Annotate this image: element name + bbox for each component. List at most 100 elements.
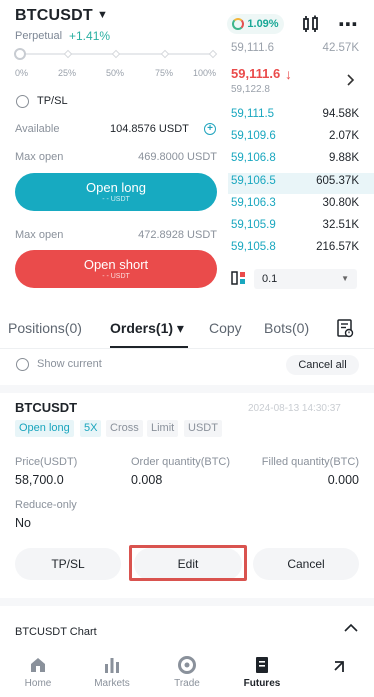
order-tag-leverage: 5X	[80, 420, 102, 437]
slider-label-50: 50%	[106, 68, 125, 78]
bid-price: 59,105.9	[231, 219, 276, 231]
nav-markets-label: Markets	[94, 678, 130, 689]
max-open-short-label: Max open	[15, 229, 64, 241]
max-open-long-label: Max open	[15, 151, 64, 163]
markets-icon	[105, 658, 119, 673]
bid-volume: 30.80K	[322, 197, 359, 209]
orderbook-bid-row[interactable]: 59,106.3 30.80K	[231, 197, 359, 209]
price-value: 58,700.0	[15, 473, 64, 487]
tab-positions[interactable]: Positions(0)	[8, 320, 98, 336]
bid-volume: 9.88K	[328, 152, 359, 164]
more-icon[interactable]: ⋯	[338, 12, 359, 37]
slider-label-25: 25%	[58, 68, 77, 78]
orderbook-bid-row[interactable]: 59,105.9 32.51K	[231, 219, 359, 231]
open-short-button[interactable]: Open short - - USDT	[15, 250, 217, 288]
nav-home-label: Home	[24, 678, 52, 689]
home-icon	[31, 658, 45, 672]
chevron-right-icon[interactable]	[347, 74, 355, 86]
slider-tick	[63, 49, 73, 59]
tpsl-label: TP/SL	[37, 95, 68, 107]
depth-precision-value: 0.1	[262, 273, 278, 285]
reduce-only-value: No	[15, 516, 31, 530]
bid-volume: 605.37K	[316, 175, 359, 187]
contract-type: Perpetual	[15, 30, 63, 42]
symbol-title[interactable]: BTCUSDT	[15, 7, 93, 25]
orderbook-bid-row[interactable]: 59,106.8 9.88K	[231, 152, 359, 164]
orderbook-bid-row[interactable]: 59,106.5 605.37K	[231, 175, 359, 187]
orderbook-bid-row[interactable]: 59,109.6 2.07K	[231, 130, 359, 142]
bid-price: 59,105.8	[231, 241, 276, 253]
open-long-cost: - - USDT	[102, 196, 130, 203]
nav-trade[interactable]: Trade	[157, 656, 217, 689]
nav-futures[interactable]: Futures	[232, 656, 292, 689]
bid-volume: 216.57K	[316, 241, 359, 253]
order-tag-margin: Cross	[106, 420, 143, 437]
open-long-button[interactable]: Open long - - USDT	[15, 173, 217, 211]
tpsl-radio[interactable]	[16, 95, 29, 108]
available-label: Available	[15, 123, 60, 135]
futures-icon	[256, 657, 268, 673]
nav-home[interactable]: Home	[8, 656, 68, 689]
chart-section-title[interactable]: BTCUSDT Chart	[15, 626, 97, 638]
slider-handle[interactable]	[14, 48, 26, 60]
bid-volume: 2.07K	[328, 130, 359, 142]
mark-price: 59,122.8	[231, 84, 270, 95]
funding-ring-icon	[232, 18, 245, 30]
bid-price: 59,109.6	[231, 130, 276, 142]
bid-volume: 94.58K	[322, 108, 359, 120]
symbol-dropdown-icon[interactable]: ▼	[97, 9, 108, 21]
nav-trade-label: Trade	[174, 678, 200, 689]
order-qty-value: 0.008	[131, 473, 163, 487]
trade-icon	[178, 656, 196, 674]
tab-copy[interactable]: Copy	[209, 320, 242, 336]
funding-rate-value: 1.09%	[247, 18, 279, 30]
cancel-all-button[interactable]: Cancel all	[286, 355, 359, 375]
orderbook-layout-icon[interactable]	[231, 271, 246, 285]
order-tpsl-button[interactable]: TP/SL	[15, 548, 121, 580]
section-separator	[0, 598, 374, 606]
order-tag-currency: USDT	[184, 420, 222, 437]
reduce-only-label: Reduce-only	[15, 499, 77, 511]
bid-price: 59,111.5	[231, 108, 275, 120]
price-down-arrow-icon: ↓	[285, 66, 292, 82]
depth-precision-select[interactable]: 0.1 ▼	[254, 269, 357, 289]
tab-orders[interactable]: Orders(1) ▾	[110, 320, 184, 337]
ask-volume: 42.57K	[322, 42, 359, 54]
chevron-down-icon: ▼	[341, 274, 349, 283]
candlestick-chart-icon[interactable]	[302, 15, 320, 33]
price-label: Price(USDT)	[15, 456, 78, 468]
orderbook-bid-row[interactable]: 59,111.5 94.58K	[231, 108, 359, 120]
ask-price: 59,111.6	[231, 42, 275, 54]
show-current-label: Show current	[37, 358, 102, 370]
slider-label-0: 0%	[15, 68, 29, 78]
slider-tick	[160, 49, 170, 59]
expand-arrow-icon[interactable]	[331, 658, 347, 674]
filled-qty-label: Filled quantity(BTC)	[261, 456, 359, 468]
nav-markets[interactable]: Markets	[82, 656, 142, 689]
price-change: +1.41%	[69, 29, 111, 43]
edit-highlight-frame	[129, 545, 247, 581]
bid-price: 59,106.8	[231, 152, 276, 164]
orderbook-bid-row[interactable]: 59,105.8 216.57K	[231, 241, 359, 253]
available-value: 104.8576 USDT	[110, 123, 189, 135]
bid-volume: 32.51K	[322, 219, 359, 231]
add-funds-icon[interactable]: +	[204, 123, 216, 135]
slider-label-100: 100%	[193, 68, 217, 78]
order-symbol: BTCUSDT	[15, 400, 78, 415]
order-history-icon[interactable]	[337, 319, 354, 338]
last-price: 59,111.6	[231, 66, 281, 81]
order-cancel-button[interactable]: Cancel	[253, 548, 359, 580]
chevron-up-icon[interactable]	[344, 623, 358, 633]
slider-tick	[111, 49, 121, 59]
tab-divider	[0, 348, 374, 349]
open-long-label: Open long	[86, 180, 146, 195]
orderbook-ask-row[interactable]: 59,111.6 42.57K	[231, 42, 359, 54]
tab-positions-label: Positions(0)	[8, 320, 82, 336]
open-short-cost: - - USDT	[102, 273, 130, 280]
funding-rate-badge[interactable]: 1.09%	[227, 14, 284, 34]
tab-bots[interactable]: Bots(0)	[264, 320, 309, 336]
slider-tick	[208, 49, 218, 59]
nav-futures-label: Futures	[243, 678, 281, 689]
section-separator	[0, 385, 374, 393]
show-current-radio[interactable]	[16, 358, 29, 371]
